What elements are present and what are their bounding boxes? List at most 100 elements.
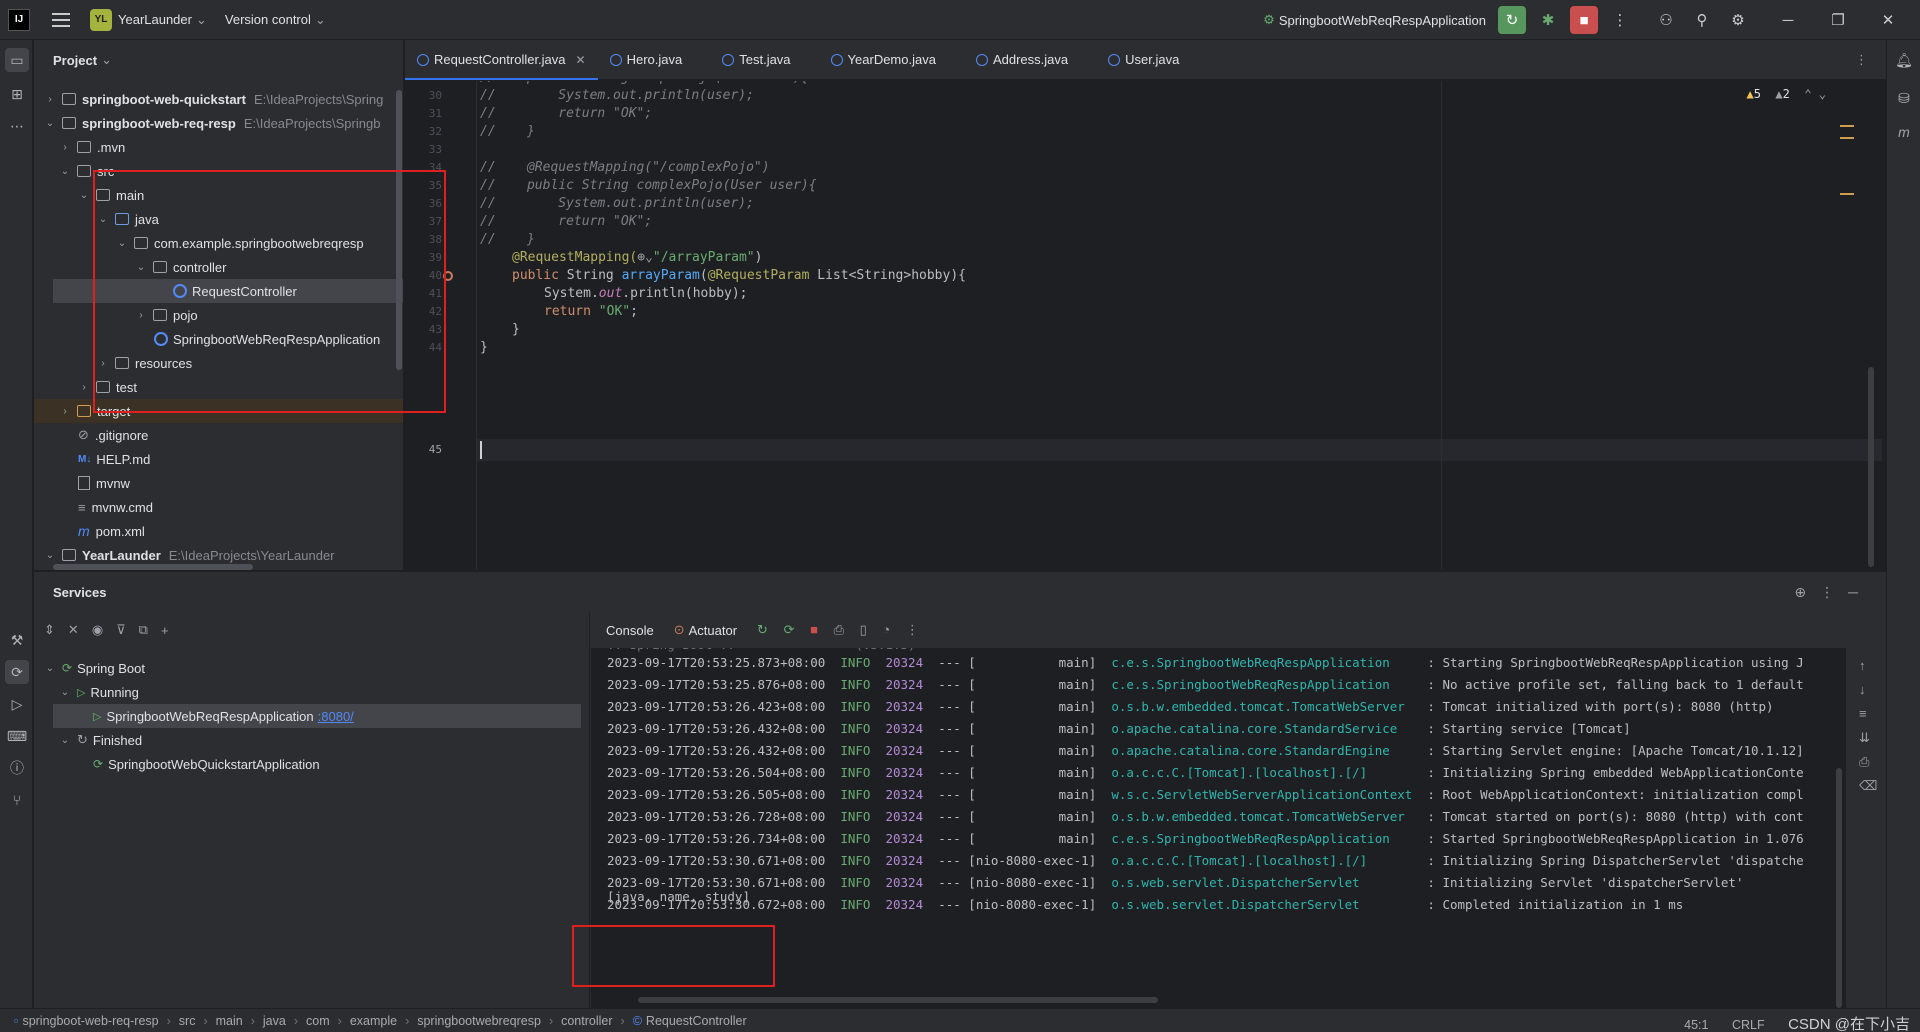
- tab-user[interactable]: User.java: [1096, 40, 1191, 80]
- settings-gear-icon[interactable]: ⚙: [1724, 6, 1752, 34]
- console-horizontal-scrollbar[interactable]: [638, 997, 1158, 1003]
- tree-item-controller[interactable]: ⌄ controller: [34, 255, 403, 279]
- scroll-to-end-icon[interactable]: ⇊: [1859, 730, 1870, 746]
- services-item-running-app[interactable]: ▷ SpringbootWebReqRespApplication:8080/: [53, 704, 581, 728]
- chevron-down-icon[interactable]: ⌄: [116, 238, 128, 249]
- run-icon[interactable]: ▷: [5, 692, 29, 716]
- tree-item-mvn[interactable]: › .mvn: [34, 135, 403, 159]
- app-logo[interactable]: IJ: [8, 8, 30, 31]
- chevron-down-icon[interactable]: ⌄: [44, 663, 56, 674]
- expand-all-icon[interactable]: ⇕: [44, 622, 55, 638]
- console-output[interactable]: :: Spring Boot :: (v3.1.3) 2023-09-17T20…: [591, 648, 1846, 1009]
- stop-button[interactable]: ■: [1570, 6, 1598, 34]
- tab-options-icon[interactable]: ⋮: [1855, 52, 1868, 68]
- collapse-all-icon[interactable]: ✕: [68, 622, 79, 638]
- notifications-bell-icon[interactable]: 🔔︎: [1892, 48, 1916, 72]
- tab-yeardemo[interactable]: YearDemo.java: [819, 40, 948, 80]
- code-with-me-icon[interactable]: ⚇: [1652, 6, 1680, 34]
- line-separator[interactable]: CRLF: [1732, 1018, 1765, 1032]
- breadcrumb-item[interactable]: RequestController: [646, 1014, 747, 1028]
- breadcrumb-item[interactable]: main: [216, 1014, 243, 1028]
- scroll-down-icon[interactable]: ↓: [1859, 682, 1866, 697]
- services-item-finished[interactable]: ⌄ ↻ Finished: [34, 728, 590, 752]
- tree-item-application-class[interactable]: SpringbootWebReqRespApplication: [34, 327, 403, 351]
- tab-address[interactable]: Address.java: [964, 40, 1080, 80]
- chevron-down-icon[interactable]: ⌄: [59, 735, 71, 746]
- services-item-spring-boot[interactable]: ⌄ ⟳ Spring Boot: [34, 656, 590, 680]
- restore-window-icon[interactable]: ❐: [1824, 6, 1852, 34]
- services-item-running[interactable]: ⌄ ▷ Running: [34, 680, 590, 704]
- chevron-down-icon[interactable]: ⌄: [135, 262, 147, 273]
- breadcrumb-item[interactable]: springboot-web-req-resp: [22, 1014, 158, 1028]
- tree-item-mvnw[interactable]: mvnw: [34, 471, 403, 495]
- tree-item-src[interactable]: ⌄ src: [34, 159, 403, 183]
- more-tools-icon[interactable]: ⋯: [5, 114, 29, 138]
- chevron-right-icon[interactable]: ›: [44, 94, 56, 105]
- breadcrumb-item[interactable]: src: [179, 1014, 196, 1028]
- git-branch-icon[interactable]: ⑂: [5, 788, 29, 812]
- dump-threads-icon[interactable]: ▯: [860, 622, 867, 637]
- error-stripe-mark[interactable]: [1840, 137, 1854, 139]
- tab-console[interactable]: Console: [606, 623, 654, 638]
- tab-actuator[interactable]: Actuator: [689, 623, 737, 638]
- tab-requestcontroller[interactable]: RequestController.java ✕: [405, 40, 598, 80]
- tree-item-target[interactable]: › target: [34, 399, 403, 423]
- project-horizontal-scrollbar[interactable]: [53, 564, 253, 570]
- chevron-right-icon[interactable]: ›: [78, 382, 90, 393]
- tree-item-gitignore[interactable]: ⊘ .gitignore: [34, 423, 403, 447]
- chevron-down-icon[interactable]: ⌄: [97, 214, 109, 225]
- chevron-down-icon[interactable]: ⌄: [78, 190, 90, 201]
- editor-vertical-scrollbar[interactable]: [1868, 367, 1874, 567]
- debug-icon[interactable]: ✱: [1534, 6, 1562, 34]
- main-menu-icon[interactable]: [52, 12, 70, 27]
- chevron-down-icon[interactable]: ⌄: [59, 687, 71, 698]
- chevron-right-icon[interactable]: ›: [135, 310, 147, 321]
- run-configuration-selector[interactable]: SpringbootWebReqRespApplication: [1279, 13, 1486, 28]
- terminal-icon[interactable]: ⌨: [5, 724, 29, 748]
- tree-item-springboot-web-req-resp[interactable]: ⌄ springboot-web-req-resp E:\IdeaProjects\…: [34, 111, 403, 135]
- hide-panel-icon[interactable]: ─: [1848, 584, 1872, 600]
- close-window-icon[interactable]: ✕: [1874, 6, 1902, 34]
- more-actions-icon[interactable]: ⋮: [1606, 6, 1634, 34]
- chevron-down-icon[interactable]: ⌄: [44, 118, 56, 129]
- breadcrumb-item[interactable]: controller: [561, 1014, 612, 1028]
- chevron-right-icon[interactable]: ›: [59, 406, 71, 417]
- print-icon[interactable]: ⎙: [1859, 754, 1869, 770]
- project-name[interactable]: YearLaunder: [118, 12, 192, 27]
- breadcrumb-item[interactable]: springbootwebreqresp: [417, 1014, 541, 1028]
- breadcrumb-item[interactable]: example: [350, 1014, 397, 1028]
- tree-item-resources[interactable]: › resources: [34, 351, 403, 375]
- chevron-right-icon[interactable]: ›: [59, 142, 71, 153]
- problems-icon[interactable]: ⓘ: [5, 756, 29, 780]
- tree-item-pom-xml[interactable]: m pom.xml: [34, 519, 403, 543]
- view-options-eye-icon[interactable]: ◉: [92, 622, 103, 638]
- build-hammer-icon[interactable]: ⚒: [5, 628, 29, 652]
- clear-trash-icon[interactable]: ⌫: [1859, 778, 1877, 794]
- breadcrumb-item[interactable]: java: [263, 1014, 286, 1028]
- search-icon[interactable]: ⚲: [1688, 6, 1716, 34]
- update-app-icon[interactable]: ↻: [757, 622, 768, 637]
- scroll-up-icon[interactable]: ↑: [1859, 658, 1866, 673]
- database-icon[interactable]: ⛁: [1892, 86, 1916, 110]
- error-stripe-mark[interactable]: [1840, 125, 1854, 127]
- filter-icon[interactable]: ⊽: [116, 622, 126, 638]
- tree-item-help-md[interactable]: M↓ HELP.md: [34, 447, 403, 471]
- minimize-window-icon[interactable]: ─: [1774, 6, 1802, 34]
- stop-icon[interactable]: ■: [810, 622, 818, 637]
- tree-item-test[interactable]: › test: [34, 375, 403, 399]
- error-stripe-mark[interactable]: [1840, 193, 1854, 195]
- services-icon[interactable]: ⟳: [5, 660, 29, 684]
- close-tab-icon[interactable]: ✕: [576, 53, 586, 67]
- code-editor[interactable]: 29 30 31 32 33 34 35 36 37 38 39 40 41 4…: [405, 81, 1886, 570]
- tree-item-package[interactable]: ⌄ com.example.springbootwebreqresp: [34, 231, 403, 255]
- soft-wrap-icon[interactable]: ≡: [1859, 706, 1867, 721]
- project-badge[interactable]: YL: [90, 8, 112, 31]
- spring-endpoint-gutter-icon[interactable]: [443, 271, 453, 281]
- project-folder-icon[interactable]: ▭: [5, 48, 29, 72]
- tree-item-requestcontroller[interactable]: RequestController: [53, 279, 403, 303]
- project-vertical-scrollbar[interactable]: [396, 90, 402, 370]
- port-link[interactable]: :8080/: [318, 709, 354, 724]
- version-control-menu[interactable]: Version control: [225, 12, 311, 27]
- new-tab-icon[interactable]: ⧉: [139, 622, 148, 638]
- tree-item-main[interactable]: ⌄ main: [34, 183, 403, 207]
